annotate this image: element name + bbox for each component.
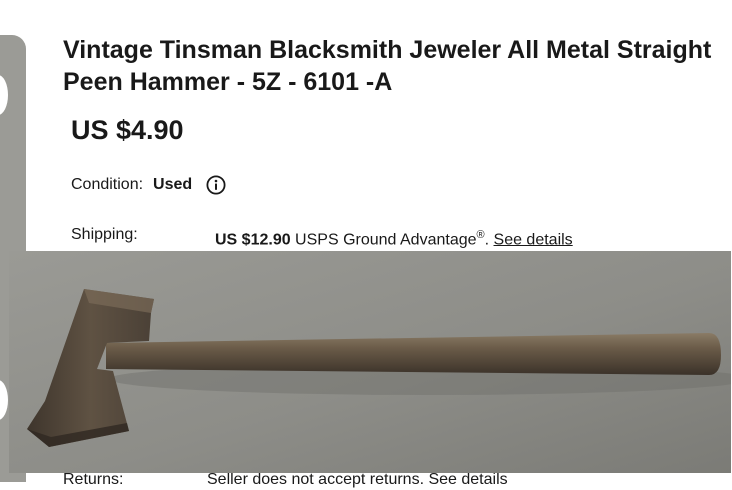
shipping-separator: . <box>484 231 494 249</box>
returns-value: Seller does not accept returns. See deta… <box>207 471 508 488</box>
shipping-service: USPS Ground Advantage <box>290 231 477 249</box>
product-photo[interactable] <box>9 251 731 473</box>
shipping-label: Shipping: <box>71 226 138 243</box>
shipping-info: US $12.90 USPS Ground Advantage®. See de… <box>215 224 573 251</box>
listing-title: Vintage Tinsman Blacksmith Jeweler All M… <box>63 36 712 96</box>
condition-value: Used <box>153 176 193 193</box>
shipping-see-details-link[interactable]: See details <box>494 231 573 248</box>
registered-mark: ® <box>476 229 485 241</box>
shipping-cost: US $12.90 <box>215 231 291 249</box>
info-icon[interactable] <box>206 175 226 195</box>
listing-price: US $4.90 <box>71 115 184 145</box>
gallery-thumbnail-edge[interactable] <box>0 380 8 420</box>
returns-label: Returns: <box>63 471 124 488</box>
condition-label: Condition: <box>71 176 144 193</box>
condition-row: Condition: Used <box>71 174 226 196</box>
gallery-thumbnail-edge[interactable] <box>0 75 8 115</box>
